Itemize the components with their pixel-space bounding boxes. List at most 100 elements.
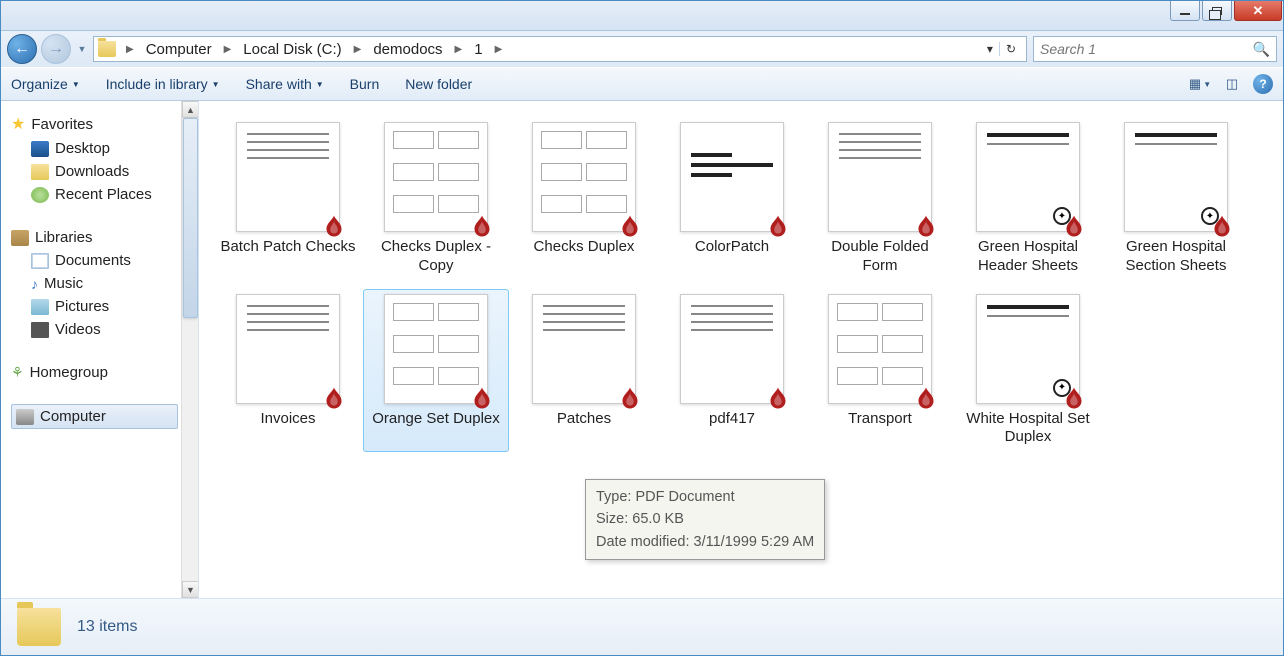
refresh-button[interactable]: ↻ [999, 42, 1022, 56]
nav-scrollbar[interactable]: ▲ ▼ [181, 101, 198, 598]
documents-icon [31, 253, 49, 269]
address-bar-row: ← → ▼ ▶ Computer ▶ Local Disk (C:) ▶ dem… [1, 31, 1283, 67]
file-name-label: Patches [557, 410, 611, 429]
libraries-icon [11, 230, 29, 246]
preview-pane-button[interactable]: ◫ [1221, 73, 1243, 95]
breadcrumb-item[interactable]: 1 [468, 39, 488, 60]
star-icon: ★ [11, 114, 25, 134]
explorer-window: ✕ ← → ▼ ▶ Computer ▶ Local Disk (C:) ▶ d… [0, 0, 1284, 656]
libraries-header[interactable]: Libraries [11, 226, 198, 249]
file-name-label: White Hospital Set Duplex [960, 410, 1096, 448]
nav-item-desktop[interactable]: Desktop [11, 137, 198, 160]
forward-button[interactable]: → [41, 34, 71, 64]
file-item[interactable]: Invoices [215, 289, 361, 453]
recent-icon [31, 187, 49, 203]
computer-icon [16, 409, 34, 425]
pictures-icon [31, 299, 49, 315]
file-name-label: Double Folded Form [812, 238, 948, 276]
videos-icon [31, 322, 49, 338]
nav-item-recent-places[interactable]: Recent Places [11, 183, 198, 206]
pdf-badge-icon [914, 386, 938, 410]
chevron-right-icon[interactable]: ▶ [491, 44, 507, 55]
share-with-menu[interactable]: Share with▼ [246, 76, 324, 92]
burn-button[interactable]: Burn [350, 76, 380, 92]
file-item[interactable]: ✦Green Hospital Section Sheets [1103, 117, 1249, 281]
new-folder-button[interactable]: New folder [405, 76, 472, 92]
pdf-badge-icon [322, 386, 346, 410]
pdf-badge-icon [1210, 214, 1234, 238]
pdf-badge-icon [914, 214, 938, 238]
favorites-header[interactable]: ★Favorites [11, 111, 198, 137]
homegroup-icon: ⚘ [11, 364, 24, 381]
chevron-right-icon[interactable]: ▶ [220, 44, 236, 55]
desktop-icon [31, 141, 49, 157]
address-dropdown[interactable]: ▾ [981, 42, 999, 56]
nav-item-computer[interactable]: Computer [11, 404, 178, 429]
breadcrumb: ▶ Computer ▶ Local Disk (C:) ▶ demodocs … [122, 39, 506, 60]
file-item[interactable]: Orange Set Duplex [363, 289, 509, 453]
search-icon[interactable]: 🔍 [1253, 41, 1270, 58]
folder-icon [17, 608, 61, 646]
nav-item-downloads[interactable]: Downloads [11, 160, 198, 183]
nav-item-documents[interactable]: Documents [11, 249, 198, 272]
file-name-label: Transport [848, 410, 912, 429]
command-bar: Organize▼ Include in library▼ Share with… [1, 67, 1283, 101]
pdf-badge-icon [618, 214, 642, 238]
pdf-badge-icon [470, 214, 494, 238]
folder-icon [98, 41, 116, 57]
titlebar: ✕ [1, 1, 1283, 31]
maximize-button[interactable] [1202, 1, 1232, 21]
nav-item-pictures[interactable]: Pictures [11, 295, 198, 318]
chevron-right-icon[interactable]: ▶ [122, 44, 138, 55]
search-box[interactable]: 🔍 [1033, 36, 1277, 62]
minimize-button[interactable] [1170, 1, 1200, 21]
organize-menu[interactable]: Organize▼ [11, 76, 80, 92]
file-name-label: Invoices [260, 410, 315, 429]
breadcrumb-item[interactable]: demodocs [367, 39, 448, 60]
view-options-button[interactable]: ▦ ▼ [1189, 73, 1211, 95]
pdf-badge-icon [470, 386, 494, 410]
music-icon: ♪ [31, 276, 38, 292]
nav-history-dropdown[interactable]: ▼ [75, 34, 89, 64]
help-button[interactable]: ? [1253, 74, 1273, 94]
chevron-right-icon[interactable]: ▶ [350, 44, 366, 55]
file-name-label: Green Hospital Section Sheets [1108, 238, 1244, 276]
file-item[interactable]: Transport [807, 289, 953, 453]
pdf-badge-icon [766, 386, 790, 410]
file-item[interactable]: pdf417 [659, 289, 805, 453]
nav-item-videos[interactable]: Videos [11, 318, 198, 341]
include-in-library-menu[interactable]: Include in library▼ [106, 76, 220, 92]
file-name-label: Green Hospital Header Sheets [960, 238, 1096, 276]
file-item[interactable]: ✦Green Hospital Header Sheets [955, 117, 1101, 281]
pdf-badge-icon [322, 214, 346, 238]
file-name-label: Checks Duplex [534, 238, 635, 257]
file-item[interactable]: ColorPatch [659, 117, 805, 281]
file-name-label: Batch Patch Checks [220, 238, 355, 257]
chevron-right-icon[interactable]: ▶ [451, 44, 467, 55]
file-item[interactable]: Checks Duplex - Copy [363, 117, 509, 281]
back-button[interactable]: ← [7, 34, 37, 64]
close-button[interactable]: ✕ [1234, 1, 1282, 21]
file-tooltip: Type: PDF Document Size: 65.0 KB Date mo… [585, 479, 825, 560]
homegroup-header[interactable]: ⚘Homegroup [11, 361, 198, 384]
scroll-up-icon[interactable]: ▲ [182, 101, 199, 118]
file-item[interactable]: ✦White Hospital Set Duplex [955, 289, 1101, 453]
file-list-pane[interactable]: Batch Patch Checks Checks Duplex - Copy Ch… [199, 101, 1283, 598]
nav-item-music[interactable]: ♪Music [11, 272, 198, 295]
downloads-icon [31, 164, 49, 180]
file-name-label: ColorPatch [695, 238, 769, 257]
navigation-pane: ★Favorites Desktop Downloads Recent Plac… [1, 101, 199, 598]
file-item[interactable]: Double Folded Form [807, 117, 953, 281]
pdf-badge-icon [1062, 386, 1086, 410]
status-item-count: 13 items [77, 618, 137, 636]
breadcrumb-item[interactable]: Computer [140, 39, 218, 60]
file-name-label: Orange Set Duplex [372, 410, 500, 429]
scroll-thumb[interactable] [183, 118, 198, 318]
address-bar[interactable]: ▶ Computer ▶ Local Disk (C:) ▶ demodocs … [93, 36, 1027, 62]
file-item[interactable]: Checks Duplex [511, 117, 657, 281]
file-item[interactable]: Batch Patch Checks [215, 117, 361, 281]
breadcrumb-item[interactable]: Local Disk (C:) [237, 39, 347, 60]
file-item[interactable]: Patches [511, 289, 657, 453]
scroll-down-icon[interactable]: ▼ [182, 581, 199, 598]
search-input[interactable] [1040, 41, 1253, 57]
